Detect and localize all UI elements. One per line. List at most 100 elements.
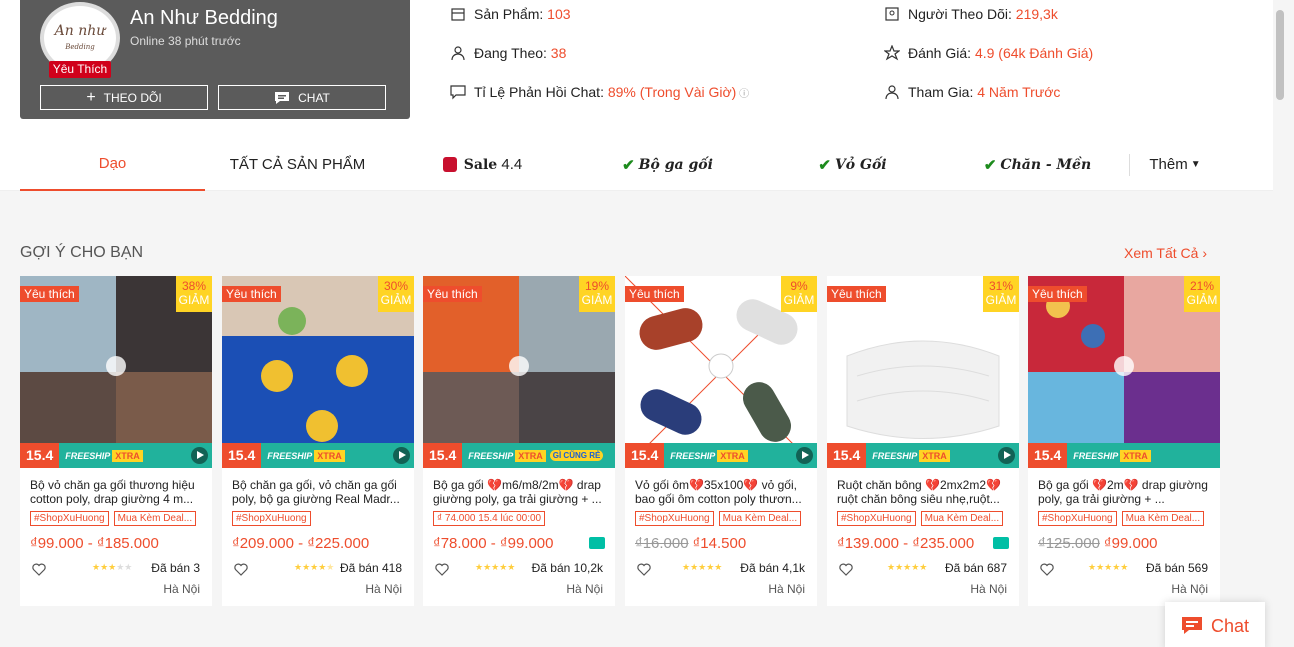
tag-row: #ShopXuHuong	[232, 511, 311, 526]
tab-dao[interactable]: Dạo	[20, 138, 205, 191]
location: Hà Nội	[365, 582, 402, 596]
tab-more[interactable]: Thêm ▼	[1140, 138, 1210, 191]
see-all-link[interactable]: Xem Tất Cả ›	[1124, 245, 1207, 261]
discount-value: 21%	[1189, 279, 1215, 293]
caret-down-icon: ▼	[1190, 159, 1201, 170]
tag-row: ₫ 74.000 15.4 lúc 00:00	[433, 511, 546, 526]
sold-count: Đã bán 687	[944, 561, 1007, 575]
section-title: GỢI Ý CHO BẠN	[20, 244, 144, 261]
play-icon[interactable]	[393, 447, 410, 464]
discount-word: GIẢM	[581, 293, 613, 307]
tab-bo-ga-goi-label: Bộ ga gối	[638, 156, 713, 173]
heart-icon[interactable]	[32, 563, 46, 576]
promo-bar: 15.4 FREESHIP XTRA	[1028, 443, 1220, 468]
shop-tabs: Dạo TẤT CẢ SẢN PHẨM Sale 4.4 ✔ Bộ ga gối …	[0, 138, 1273, 191]
deal-tag: Mua Kèm Deal...	[718, 511, 802, 526]
product-card[interactable]: Yêu thích 38% GIẢM 15.4 FREESHIP XTRA Bộ vỏ…	[20, 276, 212, 606]
freeship-label: FREESHIP	[468, 450, 514, 461]
products-label: Sản Phẩm:	[474, 6, 544, 22]
product-name: Bộ vỏ chăn ga gối thương hiệu cotton pol…	[30, 478, 195, 506]
freeship-label: FREESHIP	[267, 450, 313, 461]
product-card[interactable]: Yêu thích 19% GIẢM 15.4 FREESHIP XTRA GÌ CŨN…	[423, 276, 615, 606]
tab-sale[interactable]: Sale 4.4	[390, 138, 575, 191]
heart-icon[interactable]	[839, 563, 853, 576]
trend-tag: #ShopXuHuong	[635, 511, 714, 526]
product-name: Bộ ga gối 💔2m💔 drap giường poly, ga trải…	[1038, 478, 1208, 506]
discount-badge: 31% GIẢM	[983, 276, 1019, 312]
chat-label: CHAT	[298, 90, 330, 105]
follow-button[interactable]: + THEO DÕI	[40, 85, 208, 110]
sold-count: Đã bán 10,2k	[531, 561, 603, 575]
play-icon[interactable]	[796, 447, 813, 464]
product-price: ₫16.000 ₫14.500	[635, 535, 746, 552]
tag-row: #ShopXuHuong Mua Kèm Deal...	[30, 511, 197, 526]
rating-value: 4.9 (64k Đánh Giá)	[974, 45, 1094, 61]
product-card[interactable]: Yêu thích 9% GIẢM 15.4 FREESHIP XTRA Vỏ gối…	[625, 276, 817, 606]
shop-logo: An như Bedding	[54, 23, 106, 51]
followers-value: 219,3k	[1015, 6, 1058, 22]
tab-chan-men[interactable]: ✔ Chăn - Mền	[945, 138, 1130, 191]
freeship-label: FREESHIP	[670, 450, 716, 461]
product-card[interactable]: Yêu thích 30% GIẢM 15.4 FREESHIP XTRA Bộ ch…	[222, 276, 414, 606]
discount-value: 19%	[584, 279, 610, 293]
promo-bar: 15.4 FREESHIP XTRA	[625, 443, 817, 468]
tab-bo-ga-goi[interactable]: ✔ Bộ ga gối	[575, 138, 760, 191]
chat-fab-label: Chat	[1210, 615, 1250, 636]
product-card[interactable]: Yêu thích 21% GIẢM 15.4 FREESHIP XTRA Bộ ga…	[1028, 276, 1220, 606]
discount-word: GIẢM	[380, 293, 412, 307]
product-name: Vỏ gối ôm💔35x100💔 vỏ gối, bao gối ôm cot…	[635, 478, 802, 506]
location: Hà Nội	[970, 582, 1007, 596]
discount-word: GIẢM	[178, 293, 210, 307]
chat-button[interactable]: CHAT	[218, 85, 386, 110]
play-icon[interactable]	[998, 447, 1015, 464]
shop-card: An như Bedding Yêu Thích An Như Bedding O…	[20, 0, 410, 119]
rating-stars: ★★★★★	[475, 562, 516, 572]
extra-promo: GÌ CŨNG RẺ	[549, 450, 604, 461]
location: Hà Nội	[1171, 582, 1208, 596]
heart-icon[interactable]	[1040, 563, 1054, 576]
discount-badge: 9% GIẢM	[781, 276, 817, 312]
tag-row: #ShopXuHuong Mua Kèm Deal...	[837, 511, 1004, 526]
tab-more-label: Thêm	[1149, 156, 1188, 173]
promo-day: 15.4	[1028, 443, 1068, 468]
tab-vo-goi-label: Vỏ Gối	[834, 156, 887, 173]
favorite-label: Yêu thích	[423, 286, 482, 302]
tab-vo-goi[interactable]: ✔ Vỏ Gối	[760, 138, 945, 191]
old-price: ₫16.000	[635, 535, 689, 552]
trend-tag: #ShopXuHuong	[30, 511, 109, 526]
chat-icon	[275, 91, 290, 104]
following-label: Đang Theo:	[474, 45, 547, 61]
product-name: Bộ chăn ga gối, vỏ chăn ga gối poly, bộ …	[232, 478, 400, 506]
sold-count: Đã bán 569	[1145, 561, 1208, 575]
chat-rate-label: Tỉ Lệ Phản Hồi Chat:	[474, 84, 604, 100]
heart-icon[interactable]	[234, 563, 248, 576]
tab-all-products[interactable]: TẤT CẢ SẢN PHẨM	[205, 138, 390, 191]
heart-icon[interactable]	[637, 563, 651, 576]
promo-day: 15.4	[625, 443, 665, 468]
product-name: Ruột chăn bông 💔2mx2m2💔 ruột chăn bông s…	[837, 478, 1001, 506]
rating-stars: ★★★★★	[92, 562, 133, 572]
promo-day: 15.4	[827, 443, 867, 468]
tab-sale-rest: 4.4	[501, 156, 523, 173]
product-card[interactable]: Yêu thích 31% GIẢM 15.4 FREESHIP XTRA Ruột …	[827, 276, 1019, 606]
new-price: ₫14.500	[692, 535, 747, 552]
person-icon	[885, 85, 899, 100]
scrollbar-thumb[interactable]	[1276, 10, 1284, 100]
shop-online-status: Online 38 phút trước	[130, 34, 241, 48]
rating-stars: ★★★★★	[682, 562, 723, 572]
chat-fab-button[interactable]: Chat	[1165, 602, 1265, 647]
help-icon[interactable]: ⓘ	[736, 89, 749, 100]
discount-badge: 38% GIẢM	[176, 276, 212, 312]
xtra-label: XTRA	[919, 449, 950, 462]
deal-tag: Mua Kèm Deal...	[920, 511, 1004, 526]
xtra-label: XTRA	[112, 449, 143, 462]
favorite-label: Yêu thích	[625, 286, 684, 302]
product-name: Bộ ga gối 💔m6/m8/2m💔 drap giường poly, g…	[433, 478, 602, 506]
freeship-truck-icon	[993, 537, 1009, 549]
rating-stars: ★★★★★	[294, 562, 335, 572]
deal-tag: Mua Kèm Deal...	[1121, 511, 1205, 526]
stat-joined: Tham Gia: 4 Năm Trước	[884, 84, 1060, 100]
play-icon[interactable]	[191, 447, 208, 464]
chat-icon	[1181, 617, 1202, 634]
heart-icon[interactable]	[435, 563, 449, 576]
